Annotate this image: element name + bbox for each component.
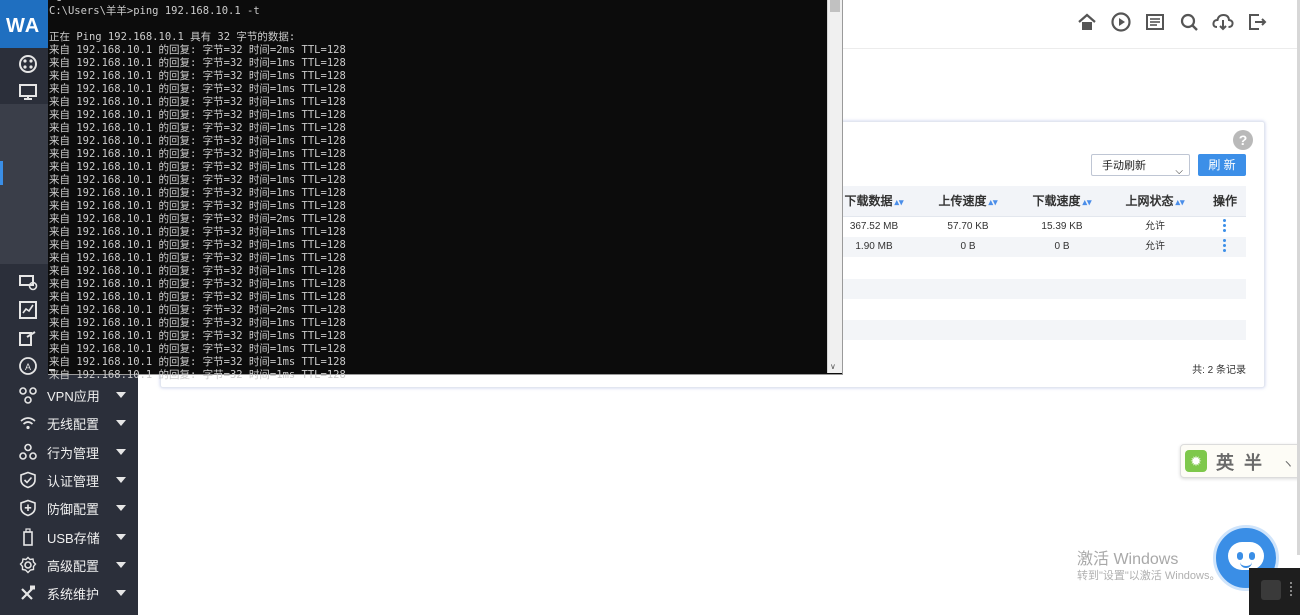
sidebar-item-label: 行为管理 xyxy=(47,445,100,461)
sort-icon: ▴▾ xyxy=(894,197,904,207)
sidebar-item-label: 认证管理 xyxy=(47,473,100,489)
sidebar-item-label: USB存储 xyxy=(47,530,100,546)
sidebar-item-label: 无线配置 xyxy=(47,416,100,432)
cell-download-data: 1.90 MB xyxy=(855,241,893,252)
chevron-down-icon xyxy=(116,449,126,455)
ime-toolbar[interactable]: ✹ 英半 ヽ xyxy=(1180,444,1300,478)
sidebar-item-label: 防御配置 xyxy=(47,501,100,517)
column-header-download-speed[interactable]: 下载速度 ▴▾ xyxy=(1027,186,1097,216)
sort-icon: ▴▾ xyxy=(1175,197,1185,207)
ime-punctuation-icon[interactable]: ヽ xyxy=(1282,455,1294,472)
sidebar-item-label: VPN应用 xyxy=(47,388,100,404)
play-circle-icon[interactable] xyxy=(1110,11,1132,33)
cell-upload-speed: 57.70 KB xyxy=(947,221,989,232)
chevron-down-icon: ⌵ xyxy=(1175,166,1183,177)
column-header-actions: 操作 xyxy=(1212,194,1237,208)
more-actions-icon[interactable] xyxy=(1220,217,1228,237)
table-header: 下载数据 ▴▾ 上传速度 ▴▾ 下载速度 ▴▾ 上网状态 ▴▾ 操作 xyxy=(843,186,1246,217)
column-header-status[interactable]: 上网状态 ▴▾ xyxy=(1120,186,1190,216)
chevron-down-icon xyxy=(116,392,126,398)
terminal-output: ^C C:\Users\羊羊>ping 192.168.10.1 -t 正在 P… xyxy=(49,0,346,381)
sidebar-item-usb[interactable]: USB存储 xyxy=(0,523,138,551)
taskbar-app-icon[interactable] xyxy=(1249,568,1300,615)
sidebar-item-auth[interactable]: 认证管理 xyxy=(0,466,138,494)
cell-download-speed: 15.39 KB xyxy=(1041,221,1083,232)
tools-icon xyxy=(19,584,37,602)
traffic-icon[interactable] xyxy=(18,272,38,292)
terminal-scrollbar[interactable]: ∨ xyxy=(827,0,842,373)
users-icon xyxy=(19,443,37,461)
sidebar-item-wireless[interactable]: 无线配置 xyxy=(0,409,138,437)
table-row: 367.52 MB 57.70 KB 15.39 KB 允许 xyxy=(843,217,1246,237)
column-header-upload-speed[interactable]: 上传速度 ▴▾ xyxy=(933,186,1003,216)
refresh-button[interactable]: 刷 新 xyxy=(1198,154,1246,176)
cell-download-speed: 0 B xyxy=(1054,241,1070,252)
column-header-download-data[interactable]: 下载数据 ▴▾ xyxy=(843,186,905,216)
monitor-icon[interactable] xyxy=(18,82,38,102)
document-icon[interactable] xyxy=(1144,11,1166,33)
activation-watermark-subtitle: 转到"设置"以激活 Windows。 xyxy=(1077,570,1221,582)
home-icon[interactable] xyxy=(1076,11,1098,33)
sidebar-item-advanced[interactable]: 高级配置 xyxy=(0,551,138,579)
terminal-cursor xyxy=(49,369,55,371)
app: WA A VPN应用 无线配置 行为管理 认证管理 防御配置 USB存储 高级配… xyxy=(0,0,1300,615)
record-count: 共: 2 条记录 xyxy=(1192,365,1246,376)
scrollbar-thumb[interactable] xyxy=(830,0,840,12)
activation-watermark-title: 激活 Windows xyxy=(1077,551,1179,568)
export-icon[interactable] xyxy=(18,328,38,348)
empty-row xyxy=(843,320,1246,340)
usb-icon xyxy=(19,528,37,546)
chatbot-eye xyxy=(1237,552,1243,560)
cell-download-data: 367.52 MB xyxy=(849,221,899,232)
more-actions-icon[interactable] xyxy=(1220,237,1228,257)
chart-icon[interactable] xyxy=(18,300,38,320)
ime-mode-label[interactable]: 英半 xyxy=(1216,449,1272,475)
chevron-down-icon xyxy=(116,590,126,596)
chevron-down-icon xyxy=(116,505,126,511)
logout-icon[interactable] xyxy=(1246,11,1268,33)
sort-icon: ▴▾ xyxy=(988,197,998,207)
ime-settings-icon[interactable]: ✹ xyxy=(1185,450,1207,472)
sidebar-item-maintenance[interactable]: 系统维护 xyxy=(0,579,138,607)
gear-icon xyxy=(19,556,37,574)
download-cloud-icon[interactable] xyxy=(1212,11,1234,33)
sidebar-submenu-block xyxy=(0,104,48,264)
chevron-down-icon xyxy=(116,562,126,568)
sidebar-item-label: 系统维护 xyxy=(47,586,100,602)
command-prompt-window[interactable]: ^C C:\Users\羊羊>ping 192.168.10.1 -t 正在 P… xyxy=(48,0,843,381)
refresh-mode-select[interactable]: 手动刷新 ⌵ xyxy=(1091,154,1190,177)
empty-row xyxy=(843,279,1246,299)
chatbot-eye xyxy=(1249,552,1255,560)
chevron-down-icon xyxy=(116,534,126,540)
shield-plus-icon xyxy=(19,499,37,517)
svg-text:A: A xyxy=(25,362,31,372)
scroll-down-icon[interactable]: ∨ xyxy=(830,362,836,371)
chatbot-face xyxy=(1228,542,1264,570)
chevron-down-icon xyxy=(116,477,126,483)
sidebar-active-indicator xyxy=(0,161,3,185)
cell-status: 允许 xyxy=(1145,241,1165,252)
refresh-mode-value: 手动刷新 xyxy=(1102,160,1146,172)
top-bar xyxy=(843,0,1300,49)
table-row: 1.90 MB 0 B 0 B 允许 xyxy=(843,237,1246,257)
wifi-icon xyxy=(19,414,37,432)
sidebar-item-vpn[interactable]: VPN应用 xyxy=(0,381,138,409)
help-icon[interactable]: ? xyxy=(1233,130,1253,150)
ai-icon[interactable]: A xyxy=(18,356,38,376)
sidebar-item-behavior[interactable]: 行为管理 xyxy=(0,438,138,466)
sidebar-item-defense[interactable]: 防御配置 xyxy=(0,494,138,522)
dashboard-icon[interactable] xyxy=(18,54,38,74)
network-icon xyxy=(19,386,37,404)
sort-icon: ▴▾ xyxy=(1082,197,1092,207)
cell-upload-speed: 0 B xyxy=(960,241,976,252)
chevron-down-icon xyxy=(116,420,126,426)
shield-check-icon xyxy=(19,471,37,489)
sidebar-item-label: 高级配置 xyxy=(47,558,100,574)
search-icon[interactable] xyxy=(1178,11,1200,33)
top-toolbar xyxy=(1076,11,1268,33)
cell-status: 允许 xyxy=(1145,221,1165,232)
